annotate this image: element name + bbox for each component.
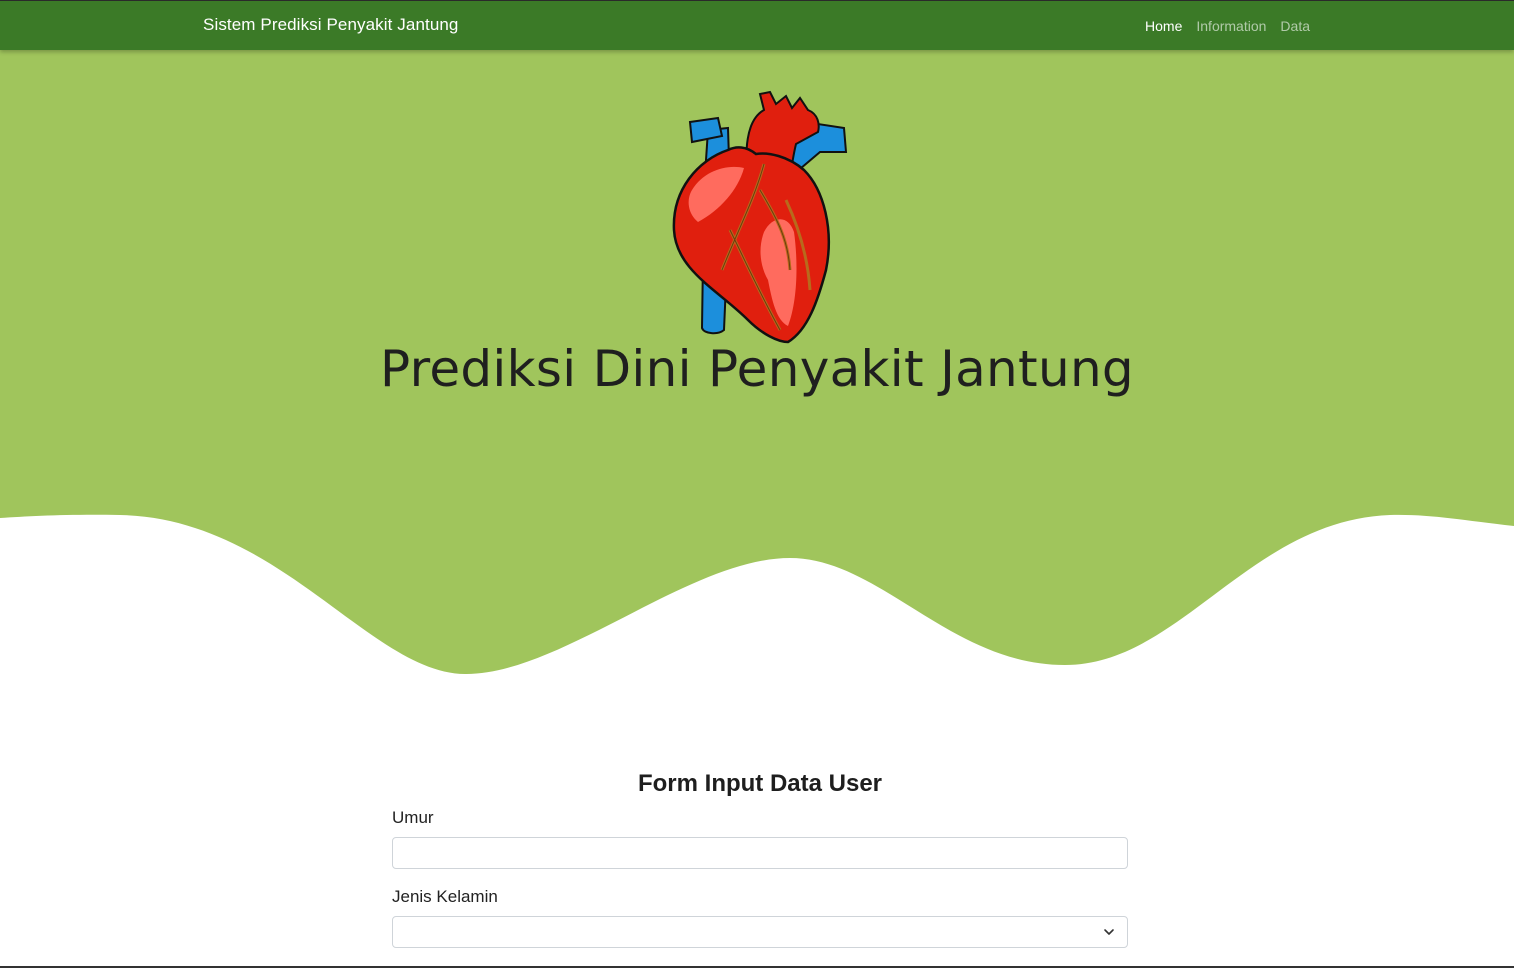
chevron-down-icon xyxy=(1104,929,1114,935)
hero-title: Prediksi Dini Penyakit Jantung xyxy=(380,340,1134,398)
form-title: Form Input Data User xyxy=(637,770,883,797)
heart-illustration-icon xyxy=(668,90,852,346)
user-input-form: Form Input Data User Umur Jenis Kelamin xyxy=(392,770,1128,948)
gender-select[interactable] xyxy=(392,916,1128,948)
nav-link-data[interactable]: Data xyxy=(1280,18,1310,34)
navbar-brand[interactable]: Sistem Prediksi Penyakit Jantung xyxy=(203,15,459,35)
age-input[interactable] xyxy=(392,837,1128,869)
nav-link-home[interactable]: Home xyxy=(1145,18,1182,34)
age-label: Umur xyxy=(392,808,434,827)
nav-link-information[interactable]: Information xyxy=(1196,18,1266,34)
top-navbar: Sistem Prediksi Penyakit Jantung Home In… xyxy=(0,0,1514,50)
hero-section: Prediksi Dini Penyakit Jantung xyxy=(0,50,1514,680)
gender-label: Jenis Kelamin xyxy=(392,887,498,906)
nav-links: Home Information Data xyxy=(1145,18,1310,34)
